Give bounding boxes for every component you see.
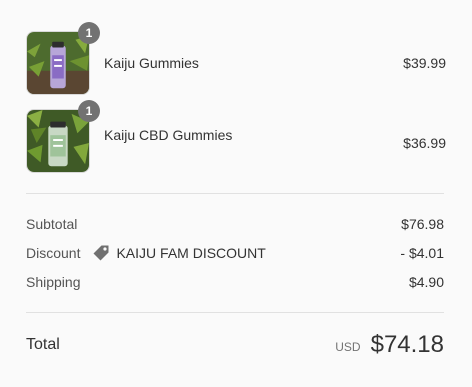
divider (26, 193, 444, 194)
subtotal-value: $76.98 (401, 216, 444, 232)
shipping-value: $4.90 (408, 274, 444, 290)
product-photo-bottle-icon (27, 32, 89, 94)
product-name: Kaiju Gummies (104, 55, 199, 71)
line-item: 1 Kaiju CBD Gummies $36.99 (26, 100, 446, 174)
product-price: $39.99 (403, 55, 446, 71)
product-price: $36.99 (403, 135, 446, 151)
product-photo-bottle-icon (27, 110, 89, 172)
order-summary: 1 Kaiju Gummies $39.99 1 Kaiju CBD Gummi… (0, 0, 472, 387)
discount-code: KAIJU FAM DISCOUNT (116, 245, 266, 261)
line-item: 1 Kaiju Gummies $39.99 (26, 22, 446, 96)
discount-row: Discount KAIJU FAM DISCOUNT - $4.01 (26, 243, 444, 263)
total-row: Total USD $74.18 (26, 330, 444, 360)
subtotal-row: Subtotal $76.98 (26, 214, 444, 234)
total-amount: $74.18 (370, 331, 444, 358)
discount-label: Discount (26, 245, 81, 261)
shipping-label: Shipping (26, 274, 81, 290)
product-thumbnail-wrapper: 1 (26, 100, 100, 173)
quantity-badge: 1 (78, 100, 100, 122)
tag-icon (93, 245, 109, 261)
divider (26, 312, 444, 313)
subtotal-label: Subtotal (26, 216, 78, 232)
currency-code: USD (335, 340, 361, 354)
product-name: Kaiju CBD Gummies (104, 127, 233, 143)
discount-value: - $4.01 (400, 245, 444, 261)
discount-code-tag: KAIJU FAM DISCOUNT (92, 244, 266, 262)
quantity-badge: 1 (78, 22, 100, 44)
shipping-row: Shipping $4.90 (26, 272, 444, 292)
product-thumbnail-wrapper: 1 (26, 22, 100, 95)
total-label: Total (26, 336, 60, 353)
